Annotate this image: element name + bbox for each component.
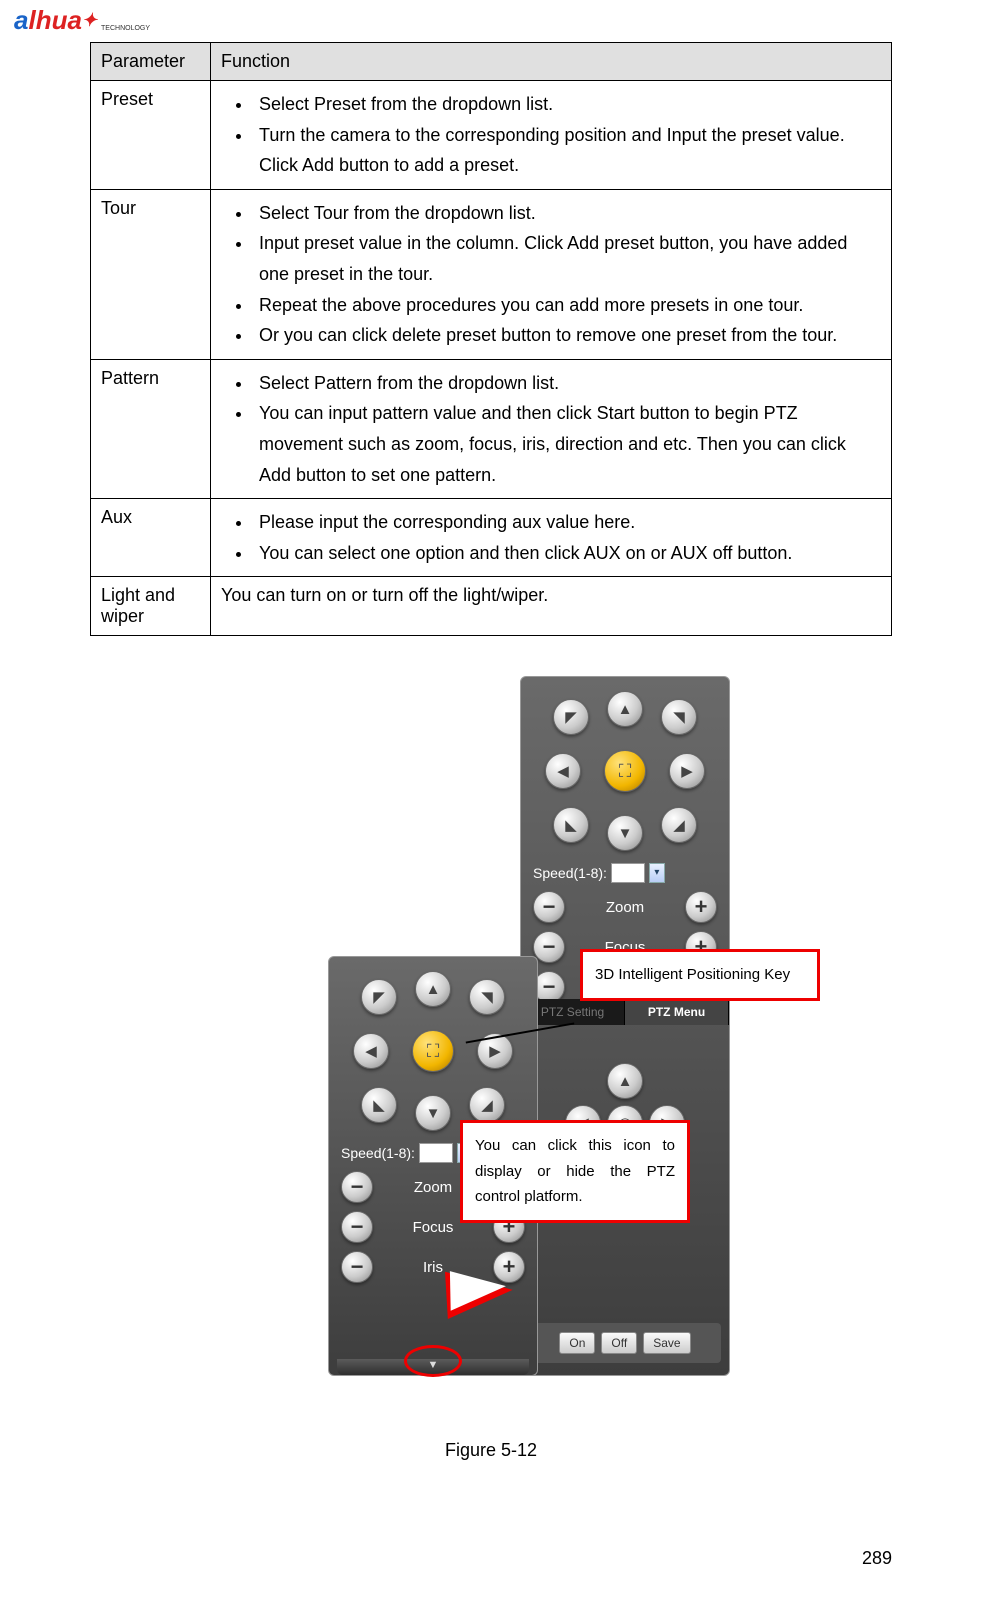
logo: alhua✦ TECHNOLOGY [14,5,150,36]
iris-label: Iris [423,1259,443,1276]
zoom-out-button[interactable]: − [341,1171,373,1203]
focus-out-button[interactable]: − [533,931,565,963]
ptz-left-button[interactable]: ◀ [353,1033,389,1069]
chevron-down-icon[interactable]: ▾ [649,863,665,883]
page-number: 289 [862,1548,892,1569]
param-name: Preset [91,81,211,190]
speed-value[interactable]: 5 [611,863,645,883]
ptz-3d-positioning-button[interactable]: ⛶ [604,750,646,792]
tab-ptz-menu[interactable]: PTZ Menu [625,999,729,1025]
menu-up-button[interactable]: ▲ [607,1063,643,1099]
callout-3d-key: 3D Intelligent Positioning Key [580,949,820,1001]
ptz-upright-button[interactable]: ◥ [469,979,505,1015]
focus-out-button[interactable]: − [341,1211,373,1243]
ptz-tabbar: PTZ Setting PTZ Menu [521,999,729,1025]
direction-pad: ◤ ▲ ◥ ◀ ⛶ ▶ ◣ ▼ ◢ [545,691,705,851]
ptz-downleft-button[interactable]: ◣ [361,1087,397,1123]
focus-label: Focus [413,1219,454,1236]
list-item: Or you can click delete preset button to… [253,320,881,351]
table-row: Preset Select Preset from the dropdown l… [91,81,892,190]
ptz-upleft-button[interactable]: ◤ [553,699,589,735]
ptz-left-button[interactable]: ◀ [545,753,581,789]
speed-label: Speed(1-8): [533,865,607,881]
ptz-upleft-button[interactable]: ◤ [361,979,397,1015]
ptz-down-button[interactable]: ▼ [607,815,643,851]
param-name: Tour [91,189,211,359]
parameter-table: Parameter Function Preset Select Preset … [90,42,892,636]
list-item: Select Tour from the dropdown list. [253,198,881,229]
menu-buttons: On Off Save [529,1323,721,1363]
figure-caption: Figure 5-12 [90,1440,892,1461]
list-item: Select Pattern from the dropdown list. [253,368,881,399]
iris-in-button[interactable]: + [493,1251,525,1283]
ptz-downright-button[interactable]: ◢ [661,807,697,843]
zoom-label: Zoom [414,1179,452,1196]
list-item: Input preset value in the column. Click … [253,228,881,289]
save-button[interactable]: Save [643,1332,690,1354]
direction-pad: ◤ ▲ ◥ ◀ ⛶ ▶ ◣ ▼ ◢ [353,971,513,1131]
param-desc: You can turn on or turn off the light/wi… [211,577,892,636]
header-parameter: Parameter [91,43,211,81]
table-row: Pattern Select Pattern from the dropdown… [91,359,892,498]
ptz-downright-button[interactable]: ◢ [469,1087,505,1123]
param-name: Pattern [91,359,211,498]
list-item: Repeat the above procedures you can add … [253,290,881,321]
zoom-label: Zoom [606,899,644,916]
list-item: You can select one option and then click… [253,538,881,569]
param-name: Light and wiper [91,577,211,636]
ptz-up-button[interactable]: ▲ [415,971,451,1007]
figure-area: ◤ ▲ ◥ ◀ ⛶ ▶ ◣ ▼ ◢ Speed(1-8): 5 ▾ − Zoom… [90,676,892,1426]
param-name: Aux [91,499,211,577]
ptz-down-button[interactable]: ▼ [415,1095,451,1131]
list-item: Turn the camera to the corresponding pos… [253,120,881,181]
on-button[interactable]: On [559,1332,595,1354]
list-item: You can input pattern value and then cli… [253,398,881,490]
table-row: Tour Select Tour from the dropdown list.… [91,189,892,359]
speed-value[interactable]: 5 [419,1143,453,1163]
off-button[interactable]: Off [601,1332,637,1354]
iris-out-button[interactable]: − [341,1251,373,1283]
ptz-3d-positioning-button[interactable]: ⛶ [412,1030,454,1072]
table-row: Aux Please input the corresponding aux v… [91,499,892,577]
ptz-upright-button[interactable]: ◥ [661,699,697,735]
ptz-downleft-button[interactable]: ◣ [553,807,589,843]
header-function: Function [211,43,892,81]
zoom-out-button[interactable]: − [533,891,565,923]
list-item: Select Preset from the dropdown list. [253,89,881,120]
ptz-right-button[interactable]: ▶ [669,753,705,789]
list-item: Please input the corresponding aux value… [253,507,881,538]
ptz-up-button[interactable]: ▲ [607,691,643,727]
callout-toggle-hint: You can click this icon to display or hi… [460,1120,690,1223]
speed-label: Speed(1-8): [341,1145,415,1161]
zoom-in-button[interactable]: + [685,891,717,923]
table-row: Light and wiper You can turn on or turn … [91,577,892,636]
